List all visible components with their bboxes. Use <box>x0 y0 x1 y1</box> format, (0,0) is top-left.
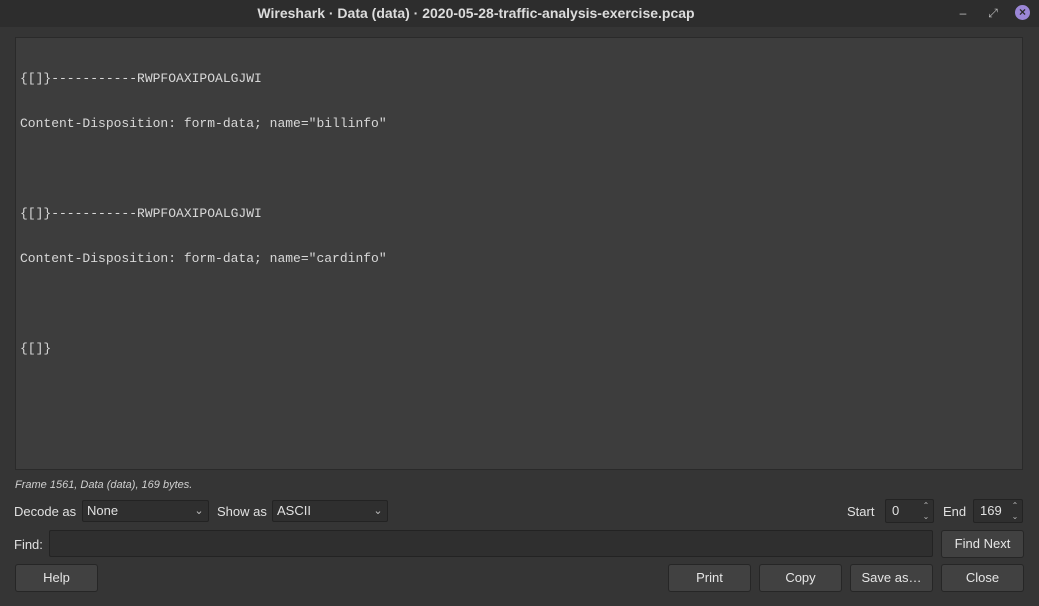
maximize-button[interactable]: ⤢ <box>983 4 1003 22</box>
title-bar: Wireshark · Data (data) · 2020-05-28-tra… <box>0 0 1039 27</box>
find-label: Find: <box>14 537 43 552</box>
end-value: 169 <box>980 503 1002 518</box>
spin-down-icon[interactable]: ⌄ <box>919 511 933 522</box>
save-as-button[interactable]: Save as… <box>850 564 933 592</box>
content-line: {[]} <box>20 341 52 356</box>
decode-as-value: None <box>87 503 119 518</box>
decode-as-label: Decode as <box>14 504 77 519</box>
help-button[interactable]: Help <box>15 564 98 592</box>
spin-up-icon[interactable]: ⌃ <box>1008 500 1022 511</box>
end-spinbox[interactable]: 169 ⌃ ⌄ <box>973 499 1023 523</box>
start-label: Start <box>847 504 875 519</box>
window-title: Wireshark · Data (data) · 2020-05-28-tra… <box>257 5 695 21</box>
chevron-down-icon: ⌄ <box>194 505 204 517</box>
spin-up-icon[interactable]: ⌃ <box>919 500 933 511</box>
content-line: {[]}-----------RWPFOAXIPOALGJWI <box>20 71 262 86</box>
content-line: {[]}-----------RWPFOAXIPOALGJWI <box>20 206 262 221</box>
content-line <box>20 161 1018 176</box>
close-window-button[interactable]: × <box>1012 3 1032 23</box>
decode-as-select[interactable]: None ⌄ <box>82 500 209 522</box>
minimize-button[interactable]: – <box>953 4 973 22</box>
content-line: Content-Disposition: form-data; name="bi… <box>20 116 387 131</box>
content-line <box>20 296 1018 311</box>
stream-content-area[interactable]: {[]}-----------RWPFOAXIPOALGJWI Content-… <box>15 37 1023 470</box>
start-value: 0 <box>892 503 900 518</box>
chevron-down-icon: ⌄ <box>373 505 383 517</box>
find-next-button[interactable]: Find Next <box>941 530 1024 558</box>
minimize-icon: – <box>959 6 967 20</box>
maximize-icon: ⤢ <box>988 6 998 20</box>
spin-down-icon[interactable]: ⌄ <box>1008 511 1022 522</box>
frame-status-text: Frame 1561, Data (data), 169 bytes. <box>15 479 193 491</box>
close-icon: × <box>1015 5 1030 20</box>
end-label: End <box>943 504 967 519</box>
show-as-select[interactable]: ASCII ⌄ <box>272 500 388 522</box>
close-button[interactable]: Close <box>941 564 1024 592</box>
start-spinbox[interactable]: 0 ⌃ ⌄ <box>885 499 934 523</box>
content-line: Content-Disposition: form-data; name="ca… <box>20 251 387 266</box>
print-button[interactable]: Print <box>668 564 751 592</box>
follow-stream-dialog: {[]}-----------RWPFOAXIPOALGJWI Content-… <box>0 27 1039 606</box>
show-as-label: Show as <box>217 504 267 519</box>
find-input[interactable] <box>49 530 933 557</box>
show-as-value: ASCII <box>277 503 311 518</box>
copy-button[interactable]: Copy <box>759 564 842 592</box>
